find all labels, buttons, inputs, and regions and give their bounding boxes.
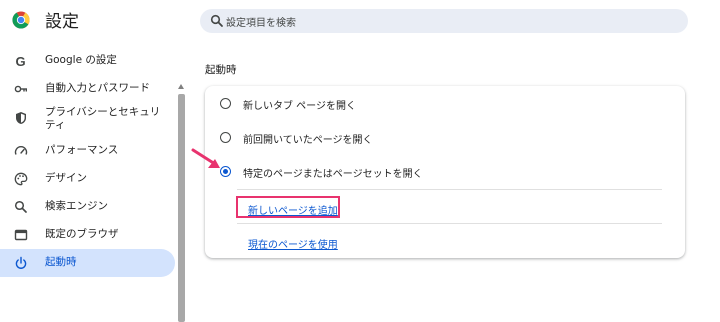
sidebar-item-performance[interactable]: パフォーマンス — [0, 137, 175, 165]
top-bar: 設定 設定項目を検索 — [0, 0, 720, 40]
sidebar-item-label: 起動時 — [45, 256, 77, 268]
sidebar-scrollbar[interactable] — [178, 84, 185, 322]
scroll-up-arrow-icon[interactable] — [178, 84, 184, 89]
sidebar-item-privacy[interactable]: プライバシーとセキュリティ — [0, 104, 175, 132]
sidebar: G Google の設定 自動入力とパスワード プライバシーとセキュリティ パフ… — [0, 40, 190, 322]
radio-label: 特定のページまたはページセットを開く — [243, 169, 423, 180]
sidebar-item-search-engine[interactable]: 検索エンジン — [0, 193, 175, 221]
sidebar-item-label: Google の設定 — [45, 54, 117, 66]
google-g-icon: G — [16, 54, 26, 68]
radio-option-new-tab[interactable]: 新しいタブ ページを開く — [205, 88, 685, 118]
section-title: 起動時 — [205, 64, 237, 76]
radio-label: 新しいタブ ページを開く — [243, 101, 356, 112]
divider — [237, 189, 662, 190]
search-placeholder: 設定項目を検索 — [226, 18, 296, 29]
sidebar-item-label: デザイン — [45, 172, 87, 184]
radio-option-specific-pages[interactable]: 特定のページまたはページセットを開く — [205, 156, 685, 186]
sidebar-item-label: プライバシーとセキュリティ — [45, 106, 161, 131]
power-icon — [15, 256, 27, 269]
sidebar-item-on-startup[interactable]: 起動時 — [0, 249, 175, 277]
search-icon — [210, 14, 223, 27]
radio-button[interactable] — [220, 98, 231, 109]
speedometer-icon — [14, 146, 28, 155]
startup-options-card: 新しいタブ ページを開く 前回開いていたページを開く 特定のページまたはページセ… — [205, 86, 685, 258]
search-input[interactable]: 設定項目を検索 — [200, 9, 688, 33]
sidebar-item-autofill[interactable]: 自動入力とパスワード — [0, 75, 175, 103]
use-current-pages-link[interactable]: 現在のページを使用 — [248, 236, 338, 251]
annotation-arrow-icon — [191, 148, 220, 168]
sidebar-item-label: 自動入力とパスワード — [45, 82, 150, 94]
chrome-logo-icon — [12, 11, 30, 29]
sidebar-item-google[interactable]: G Google の設定 — [0, 47, 175, 75]
sidebar-item-label: パフォーマンス — [45, 144, 119, 156]
sidebar-item-appearance[interactable]: デザイン — [0, 165, 175, 193]
sidebar-item-default-browser[interactable]: 既定のブラウザ — [0, 221, 175, 249]
browser-window-icon — [14, 229, 28, 241]
radio-button[interactable] — [220, 132, 231, 143]
sidebar-item-label: 既定のブラウザ — [45, 228, 119, 240]
svg-text:G: G — [16, 54, 26, 68]
radio-label: 前回開いていたページを開く — [243, 135, 373, 146]
radio-option-continue[interactable]: 前回開いていたページを開く — [205, 122, 685, 152]
key-icon — [14, 85, 28, 93]
divider — [237, 223, 662, 224]
search-icon — [14, 200, 27, 213]
shield-icon — [16, 112, 26, 124]
palette-icon — [14, 172, 28, 186]
sidebar-item-label: 検索エンジン — [45, 200, 108, 212]
page-title: 設定 — [45, 12, 79, 32]
scroll-thumb[interactable] — [178, 94, 185, 322]
annotation-highlight-box — [236, 196, 340, 218]
